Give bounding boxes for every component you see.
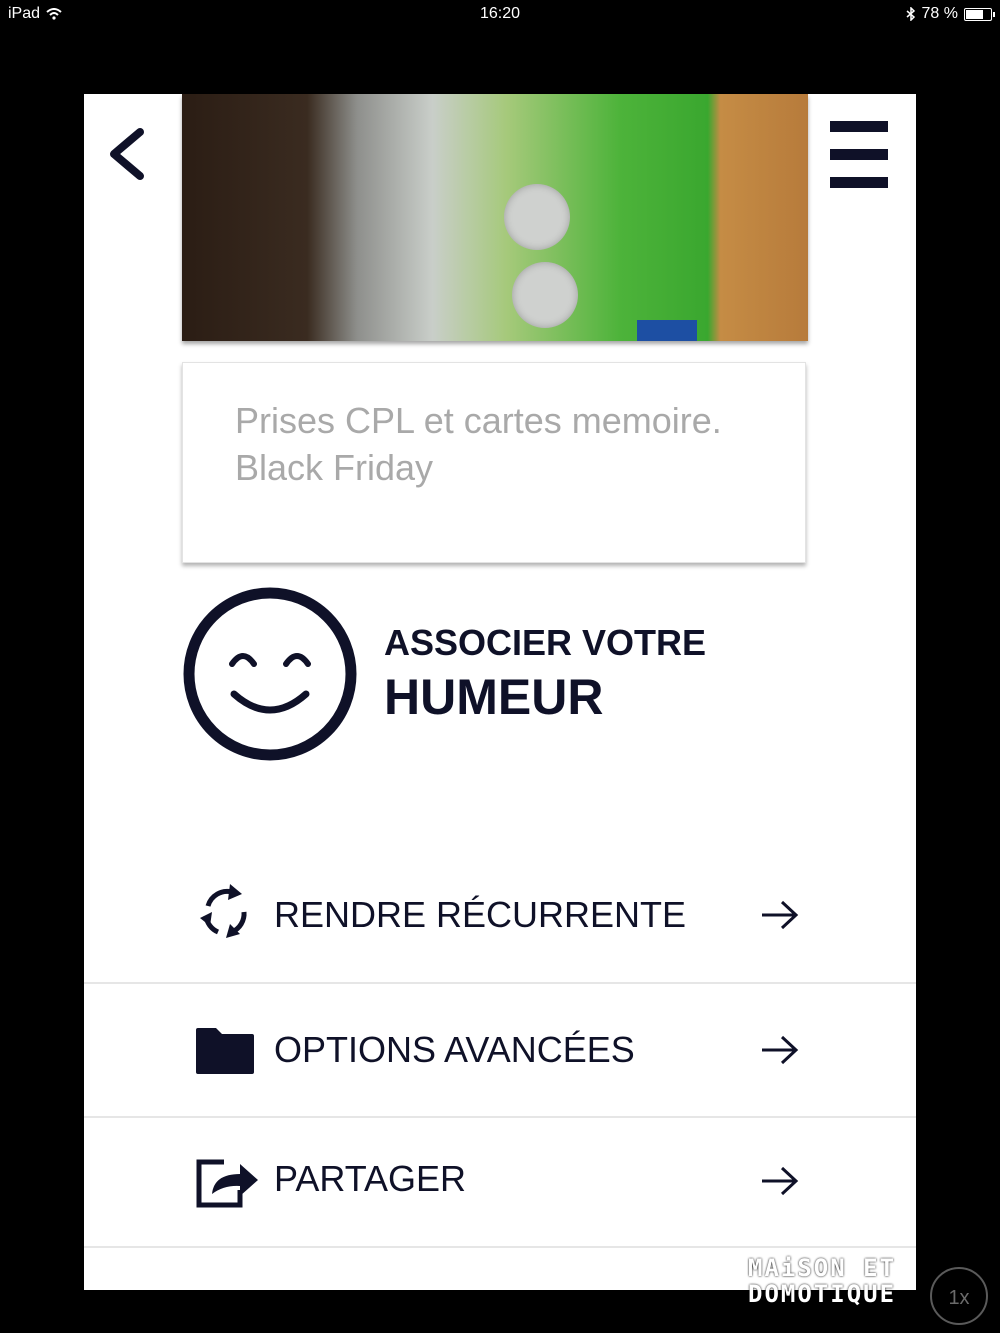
divider bbox=[84, 1246, 916, 1248]
note-text: Prises CPL et cartes memoire. Black Frid… bbox=[235, 400, 722, 488]
note-detail-panel: Prises CPL et cartes memoire. Black Frid… bbox=[84, 94, 916, 1290]
battery-icon bbox=[964, 7, 995, 21]
share-icon bbox=[196, 1159, 258, 1208]
battery-level bbox=[966, 9, 984, 19]
hamburger-menu-icon[interactable] bbox=[830, 121, 888, 189]
photo-detail bbox=[637, 320, 697, 341]
folder-icon bbox=[196, 1028, 254, 1074]
make-recurring-button[interactable]: RENDRE RÉCURRENTE bbox=[84, 872, 916, 982]
back-chevron-icon[interactable] bbox=[104, 124, 154, 184]
make-recurring-label: RENDRE RÉCURRENTE bbox=[274, 894, 687, 935]
mood-title-line1: ASSOCIER VOTRE bbox=[384, 622, 707, 663]
arrow-right-icon bbox=[762, 900, 799, 930]
bluetooth-icon bbox=[906, 7, 915, 21]
arrow-right-icon bbox=[762, 1035, 799, 1065]
battery-percent: 78 % bbox=[921, 5, 958, 22]
photo-detail bbox=[504, 184, 570, 250]
photo-detail bbox=[512, 262, 578, 328]
arrow-right-icon bbox=[762, 1166, 799, 1196]
note-photo[interactable] bbox=[182, 94, 808, 341]
note-text-card[interactable]: Prises CPL et cartes memoire. Black Frid… bbox=[182, 362, 806, 563]
recurrence-icon bbox=[200, 884, 247, 938]
share-button[interactable]: PARTAGER bbox=[84, 1118, 916, 1246]
smiley-icon bbox=[183, 587, 357, 761]
associate-mood-button[interactable]: ASSOCIER VOTRE HUMEUR bbox=[182, 586, 822, 762]
advanced-options-label: OPTIONS AVANCÉES bbox=[274, 1029, 635, 1070]
zoom-button[interactable]: 1x bbox=[930, 1267, 988, 1325]
status-bar: iPad 16:20 78 % bbox=[0, 0, 1000, 28]
clock: 16:20 bbox=[479, 5, 521, 22]
watermark-logo: MAiSON ET DOMOTIQUE bbox=[748, 1254, 897, 1308]
advanced-options-button[interactable]: OPTIONS AVANCÉES bbox=[84, 984, 916, 1116]
share-label: PARTAGER bbox=[274, 1158, 467, 1199]
mood-title-line2: HUMEUR bbox=[384, 669, 604, 725]
